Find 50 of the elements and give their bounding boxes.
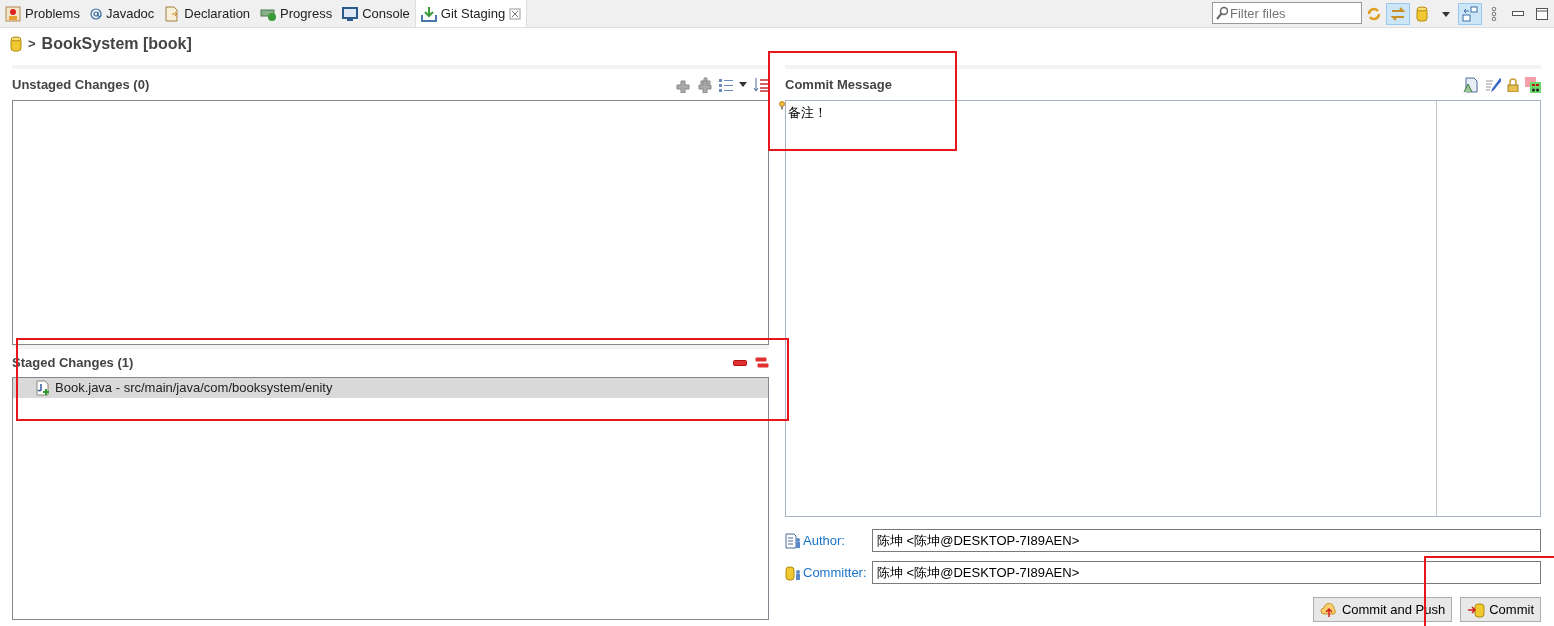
search-icon [1216,6,1228,20]
add-all-icon [697,76,713,93]
toolbar-toggle[interactable] [1386,3,1410,25]
document-arrow-icon [164,5,181,22]
sort-icon [753,76,769,93]
field-label: Committer: [803,563,867,582]
committer-field[interactable]: 陈坤 <陈坤@DESKTOP-7I89AEN> [872,561,1541,584]
toolbar-toggle[interactable] [1458,3,1482,25]
author-field[interactable]: 陈坤 <陈坤@DESKTOP-7I89AEN> [872,529,1541,552]
cylinder-person-icon [785,564,801,581]
minimize-icon[interactable] [1512,11,1524,17]
remove-all-icon [753,357,769,369]
lightbulb-icon [779,101,785,110]
list-icon [719,77,733,92]
caret-icon[interactable] [1442,11,1450,17]
document-ai-icon [1463,76,1479,93]
view-tab[interactable]: Git Staging [414,0,528,27]
cylinder-arrow-icon [1467,601,1486,618]
field-label: Author: [803,531,845,550]
refresh-icon[interactable] [1366,6,1382,22]
section-title: Commit Message [785,75,892,94]
repository-name: BookSystem [book] [41,34,192,54]
view-tab[interactable]: Console [337,0,415,27]
cylinder-icon[interactable] [1416,6,1428,22]
section-title: Unstaged Changes (0) [12,75,150,94]
remove-icon [733,360,747,366]
lock-icon [1507,77,1519,92]
download-tray-icon [420,5,437,22]
close-icon [509,7,522,20]
sign-off-icon [1525,76,1541,93]
staged-file-item[interactable]: Book.java - src/main/java/com/booksystem/enity [13,378,768,398]
commit-message-field[interactable]: 备注！ [785,100,1541,517]
warning-board-icon [5,5,21,22]
repository-icon [10,36,22,52]
breadcrumb-separator: > [28,35,36,54]
view-tab[interactable]: Javadoc [84,0,160,27]
view-tab[interactable]: Declaration [159,0,256,27]
maximize-icon[interactable] [1536,8,1548,20]
java-file-add-icon [35,380,51,396]
filter-field[interactable]: Filter files [1212,2,1362,24]
cloud-arrow-icon [1319,601,1338,618]
at-sign-icon [89,7,102,20]
view-tab[interactable]: Progress [255,0,338,27]
person-document-icon [785,532,801,549]
commit-button[interactable]: Commit [1460,597,1541,622]
view-tab[interactable]: Problems [0,0,85,27]
monitor-icon [342,5,359,22]
pen-lines-icon [1485,76,1501,93]
caret-icon [739,82,747,87]
more-icon[interactable] [1491,7,1497,21]
